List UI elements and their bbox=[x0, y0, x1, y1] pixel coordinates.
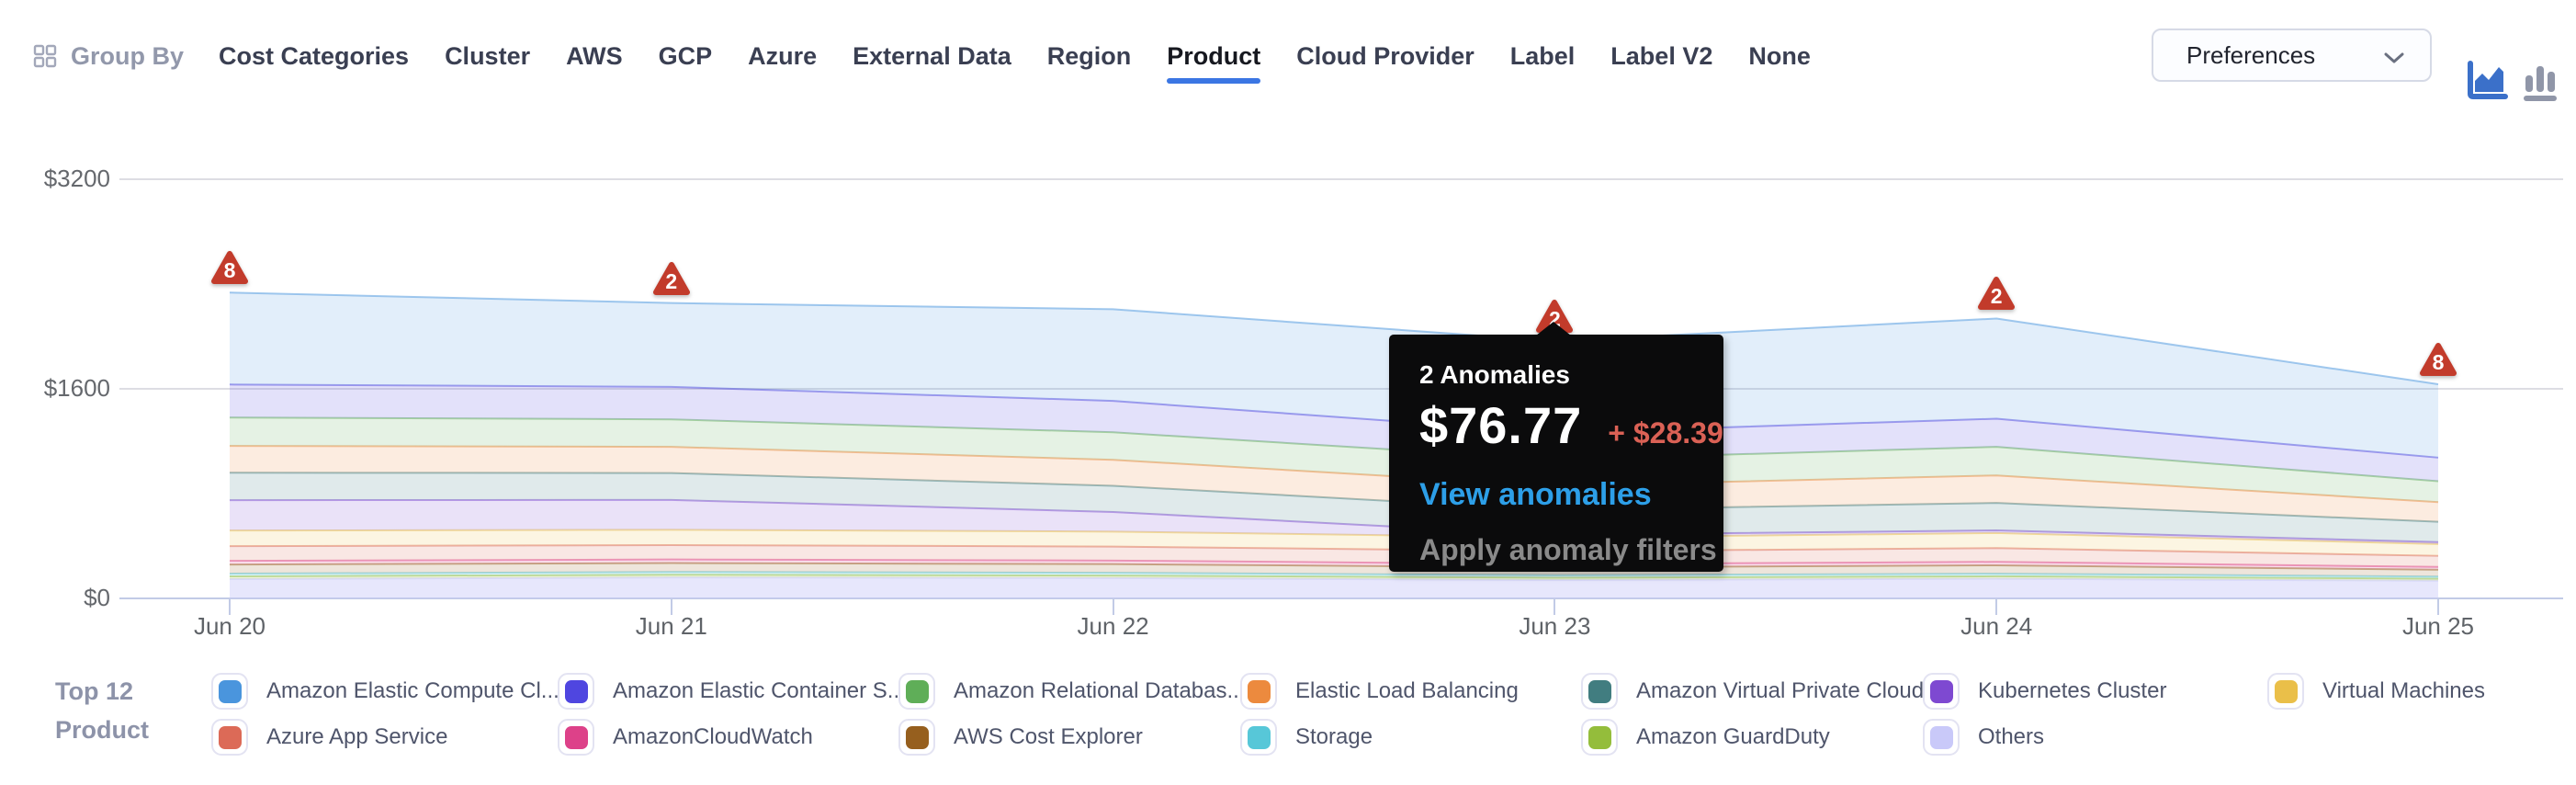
anomaly-marker-jun-20[interactable]: 8 bbox=[210, 250, 249, 285]
anomaly-count: 8 bbox=[210, 258, 249, 283]
tooltip-cost-delta: + $28.39 bbox=[1608, 416, 1723, 450]
anomaly-count: 8 bbox=[2419, 350, 2457, 375]
view-anomalies-link[interactable]: View anomalies bbox=[1419, 477, 1723, 513]
anomaly-marker-jun-25[interactable]: 8 bbox=[2419, 342, 2457, 377]
anomaly-count: 2 bbox=[1977, 284, 2016, 309]
tooltip-anomaly-count: 2 Anomalies bbox=[1419, 360, 1723, 390]
anomaly-tooltip: 2 Anomalies $76.77 + $28.39 View anomali… bbox=[1389, 335, 1723, 572]
area-band-others[interactable] bbox=[230, 577, 2438, 598]
anomaly-count: 2 bbox=[652, 269, 691, 294]
anomaly-marker-jun-21[interactable]: 2 bbox=[652, 261, 691, 296]
stacked-area-chart[interactable] bbox=[0, 0, 2576, 785]
anomaly-marker-jun-24[interactable]: 2 bbox=[1977, 276, 2016, 311]
apply-anomaly-filters-link[interactable]: Apply anomaly filters bbox=[1419, 533, 1723, 567]
tooltip-cost-value: $76.77 bbox=[1419, 395, 1582, 455]
